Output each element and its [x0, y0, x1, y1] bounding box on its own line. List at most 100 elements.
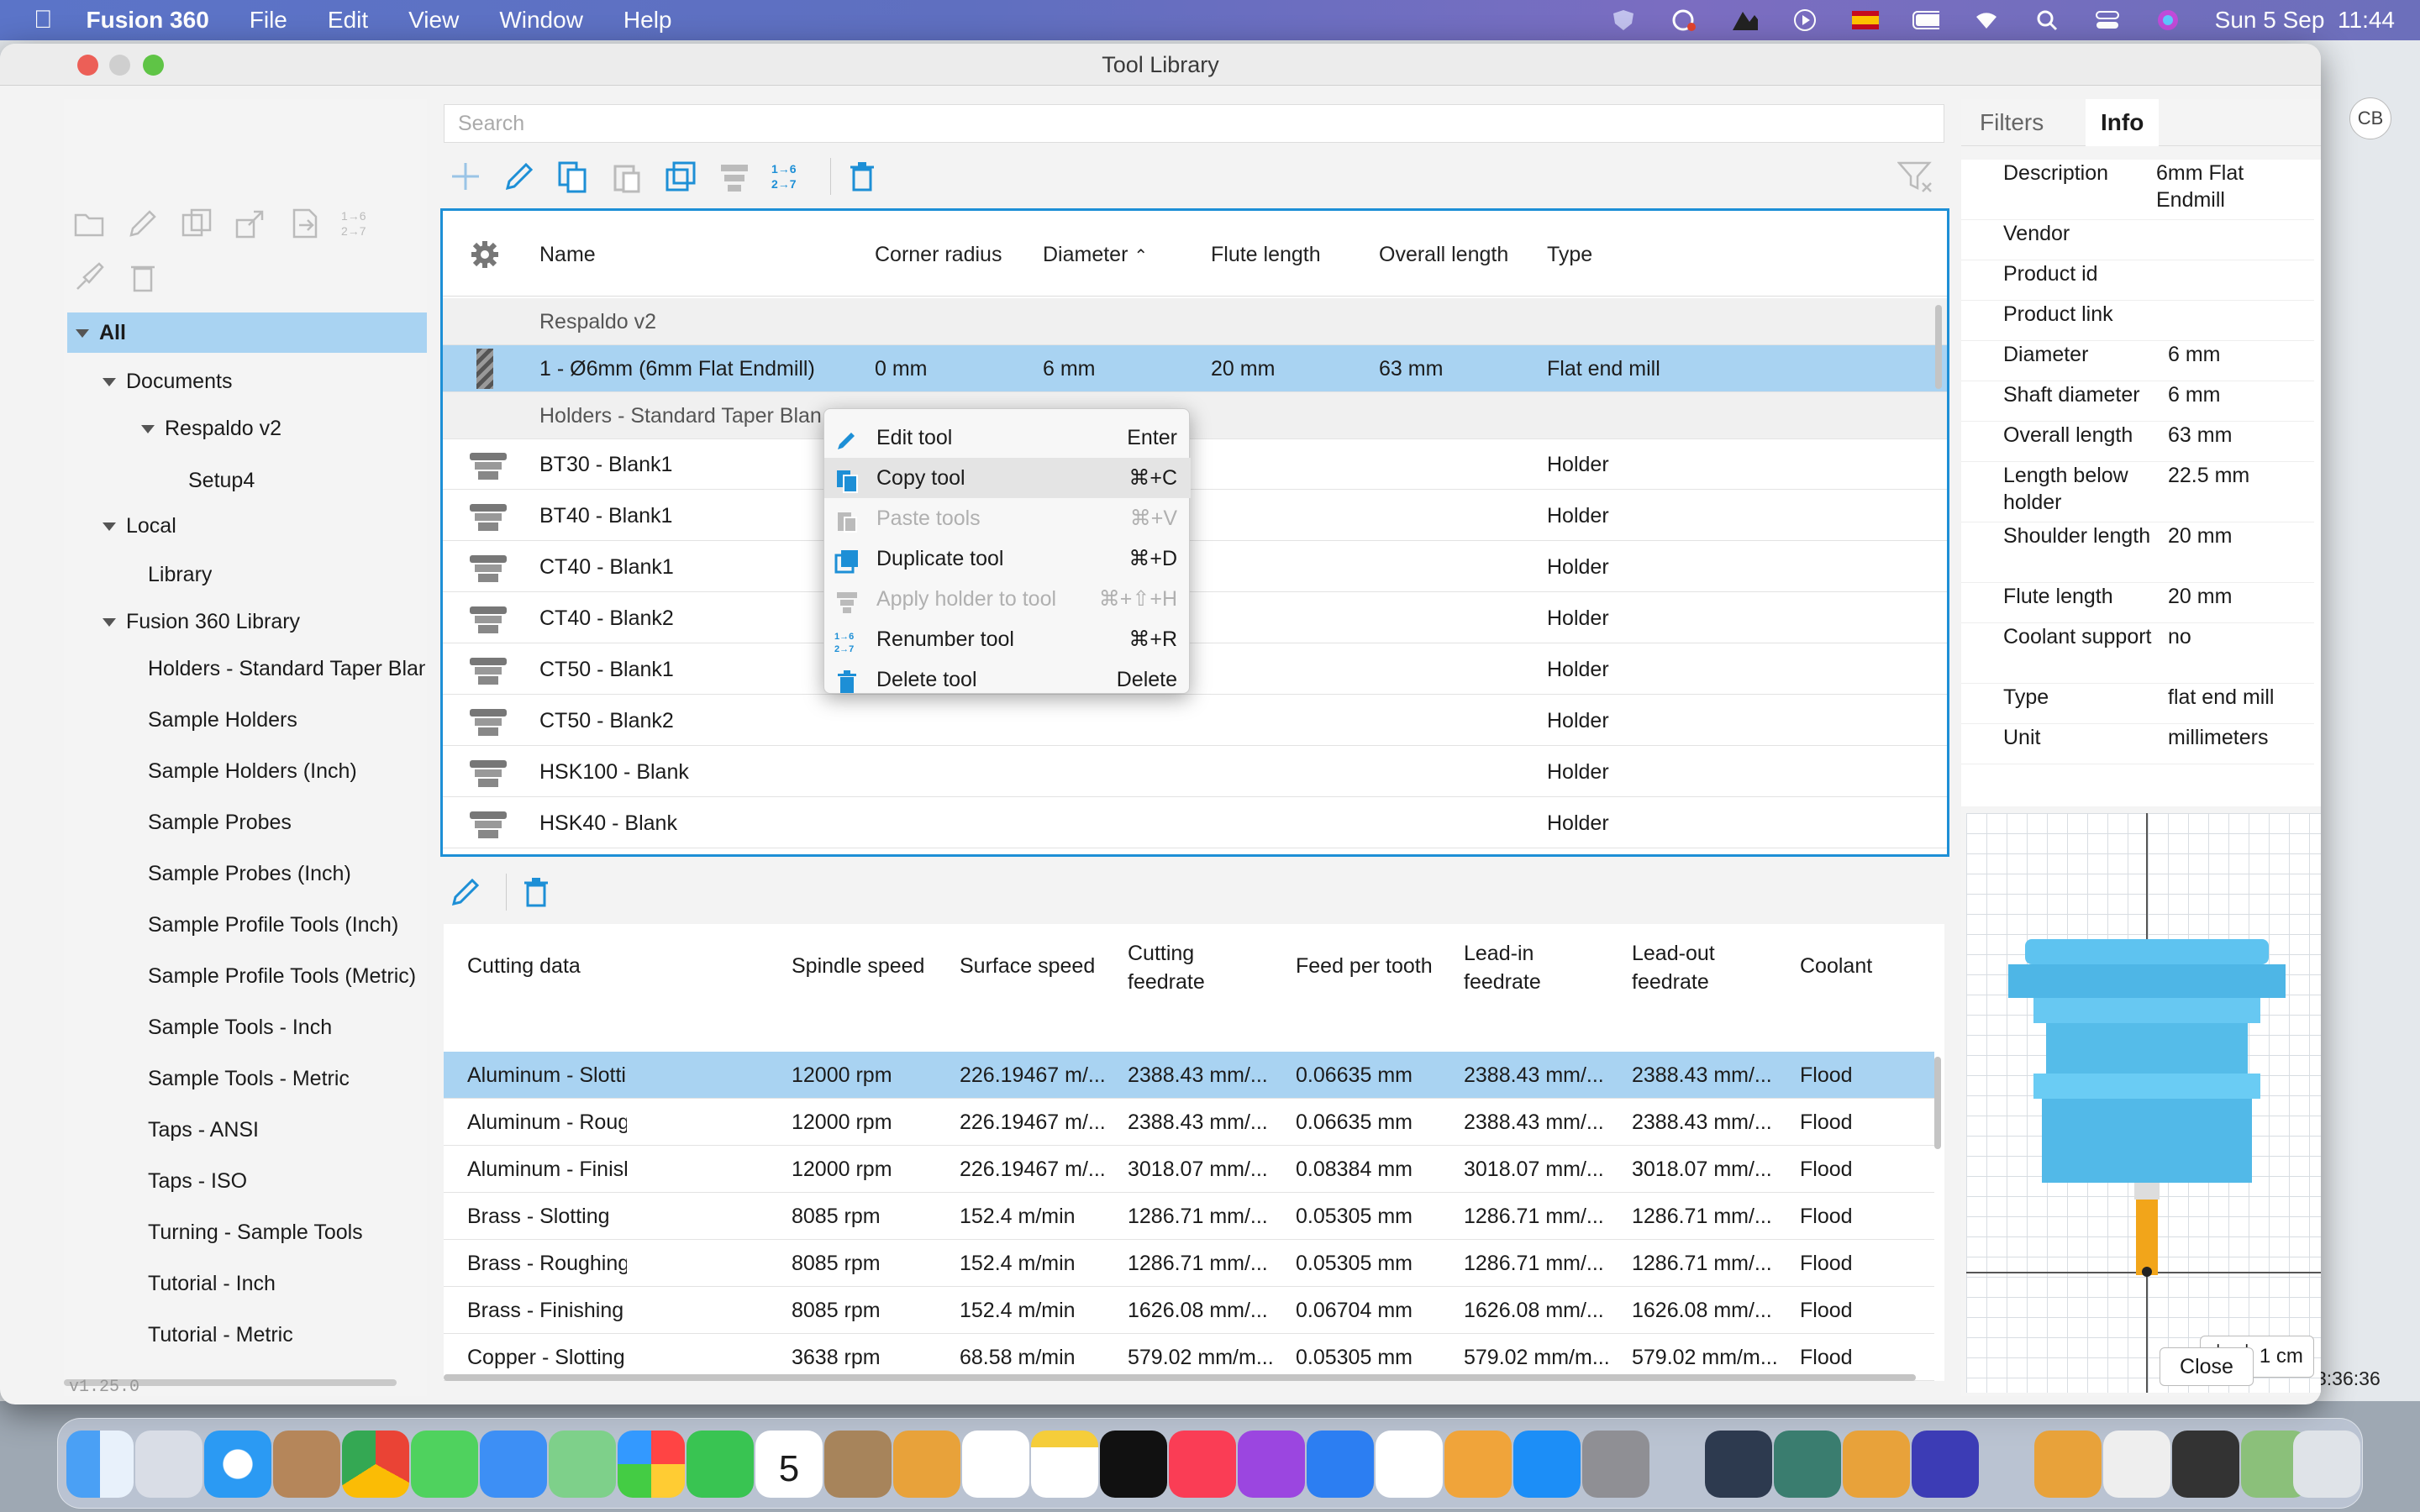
holder-row[interactable]: HSK100 - Blank Holder	[443, 747, 1947, 797]
brush-icon[interactable]	[71, 259, 108, 296]
tool-table-scrollbar[interactable]	[1935, 305, 1942, 389]
library-item[interactable]: Taps - ISO	[148, 1159, 425, 1203]
appletv-icon[interactable]	[1100, 1431, 1167, 1498]
notes-icon[interactable]	[1031, 1431, 1098, 1498]
col-cutting-data[interactable]: Cutting data	[467, 954, 581, 979]
close-window-button[interactable]	[77, 55, 98, 76]
podcasts-icon[interactable]	[1238, 1431, 1305, 1498]
delete-library-icon[interactable]	[124, 259, 161, 296]
library-item[interactable]: Sample Probes	[148, 801, 425, 844]
keynote-icon[interactable]	[1307, 1431, 1374, 1498]
minimize-window-button[interactable]	[109, 55, 130, 76]
holder-row[interactable]: CT50 - Blank1 Holder	[443, 644, 1947, 695]
import-icon[interactable]	[286, 205, 323, 242]
sync-icon[interactable]	[1670, 8, 1697, 32]
col-leadout[interactable]: Lead-out feedrate	[1632, 939, 1758, 996]
col-name[interactable]: Name	[539, 243, 596, 267]
context-menu-item[interactable]: Edit tool Enter	[824, 417, 1191, 458]
duplicate-tool-icon[interactable]	[662, 158, 699, 195]
library-item[interactable]: Sample Holders (Inch)	[148, 749, 425, 793]
fusion360-icon[interactable]	[1843, 1431, 1910, 1498]
menu-view[interactable]: View	[408, 7, 459, 34]
trash-icon[interactable]	[2293, 1431, 2360, 1498]
recent-file-icon[interactable]	[2034, 1431, 2102, 1498]
library-item[interactable]: Sample Probes (Inch)	[148, 852, 425, 895]
numbers-icon[interactable]	[1376, 1431, 1443, 1498]
holder-row[interactable]: CT40 - Blank2 Holder	[443, 593, 1947, 643]
export-icon[interactable]	[232, 205, 269, 242]
col-corner-radius[interactable]: Corner radius	[875, 243, 1002, 267]
menubar-datetime[interactable]: Sun 5 Sep 11:44	[2215, 7, 2395, 34]
holder-row[interactable]: HSK63 - Blank Holder	[443, 849, 1947, 854]
library-item[interactable]: Sample Tools - Metric	[148, 1057, 425, 1100]
tree-item-setup4[interactable]: Setup4	[188, 459, 255, 502]
holder-row[interactable]: BT40 - Blank1 Holder	[443, 491, 1947, 541]
reminders-icon[interactable]	[962, 1431, 1029, 1498]
recent-doc-icon[interactable]	[2103, 1431, 2170, 1498]
col-surface[interactable]: Surface speed	[960, 954, 1095, 979]
appstore-icon[interactable]	[1513, 1431, 1581, 1498]
group-row-respaldo[interactable]: Respaldo v2	[443, 298, 1947, 345]
duplicate-library-icon[interactable]	[178, 205, 215, 242]
renumber-library-icon[interactable]: 1→6 2→7	[339, 205, 376, 242]
wifi-icon[interactable]	[1973, 8, 2000, 32]
apple-icon[interactable]: 	[34, 6, 53, 34]
menu-app-name[interactable]: Fusion 360	[87, 7, 209, 34]
menu-help[interactable]: Help	[623, 7, 672, 34]
tree-item-fusion-library[interactable]: Fusion 360 Library	[103, 600, 300, 643]
library-item[interactable]: Tutorial - Inch	[148, 1262, 425, 1305]
mountain-icon[interactable]	[1731, 8, 1758, 32]
chrome-icon[interactable]	[342, 1431, 409, 1498]
library-item[interactable]: Sample Profile Tools (Inch)	[148, 903, 425, 947]
cutting-hscrollbar[interactable]	[444, 1374, 1916, 1381]
settings-icon[interactable]	[1582, 1431, 1649, 1498]
delete-tool-icon[interactable]	[844, 158, 881, 195]
tree-item-respaldo[interactable]: Respaldo v2	[141, 407, 281, 450]
control-center-icon[interactable]	[2094, 8, 2121, 32]
holder-row[interactable]: CT50 - Blank2 Holder	[443, 696, 1947, 746]
library-item[interactable]: Turning - Sample Tools	[148, 1210, 425, 1254]
context-menu-item[interactable]: Copy tool ⌘+C	[824, 458, 1191, 498]
music-icon[interactable]	[1169, 1431, 1236, 1498]
zoom-window-button[interactable]	[143, 55, 164, 76]
facetime-icon[interactable]	[687, 1431, 754, 1498]
library-item[interactable]: Tutorial - Metric	[148, 1313, 425, 1357]
archive-icon[interactable]	[273, 1431, 340, 1498]
edit-cutting-icon[interactable]	[447, 874, 484, 911]
col-fpt[interactable]: Feed per tooth	[1296, 954, 1433, 979]
tool-row-selected[interactable]: 1 - Ø6mm (6mm Flat Endmill) 0 mm 6 mm 20…	[443, 345, 1947, 392]
cutting-row[interactable]: Brass - Finishing 8085 rpm 152.4 m/min 1626…	[444, 1287, 1934, 1334]
flag-icon[interactable]	[1851, 8, 1879, 32]
cutting-vscrollbar[interactable]	[1934, 1057, 1941, 1149]
siri-icon[interactable]	[2154, 8, 2181, 32]
mail-icon[interactable]	[480, 1431, 547, 1498]
col-type[interactable]: Type	[1547, 243, 1592, 267]
rename-icon[interactable]	[124, 205, 161, 242]
menu-window[interactable]: Window	[499, 7, 583, 34]
library-item[interactable]: Sample Tools - Inch	[148, 1005, 425, 1049]
play-icon[interactable]	[1791, 8, 1818, 32]
new-folder-icon[interactable]	[71, 205, 108, 242]
add-tool-icon[interactable]	[447, 158, 484, 195]
holder-row[interactable]: HSK40 - Blank Holder	[443, 798, 1947, 848]
menu-edit[interactable]: Edit	[328, 7, 368, 34]
context-menu-item[interactable]: Duplicate tool ⌘+D	[824, 538, 1191, 579]
paste-tool-icon[interactable]	[608, 158, 645, 195]
col-diameter[interactable]: Diameter ⌃	[1043, 243, 1148, 267]
col-flute-length[interactable]: Flute length	[1211, 243, 1321, 267]
tool-preview[interactable]: └─┘ 1 cm	[1966, 813, 2321, 1393]
cutting-row[interactable]: Aluminum - Roughing 12000 rpm 226.19467 m/…	[444, 1099, 1934, 1146]
tree-item-local[interactable]: Local	[103, 504, 176, 548]
tree-item-all[interactable]: All	[67, 312, 427, 353]
context-menu-item[interactable]: 1→6 2→7 Renumber tool ⌘+R	[824, 619, 1191, 659]
shield-icon[interactable]	[1610, 8, 1637, 32]
cutting-row[interactable]: Aluminum - Slotting 12000 rpm 226.19467 m/…	[444, 1052, 1934, 1099]
contacts-icon[interactable]	[824, 1431, 892, 1498]
edit-tool-icon[interactable]	[501, 158, 538, 195]
library-item[interactable]: Holders - Standard Taper Blan	[148, 647, 425, 690]
messages-icon[interactable]	[411, 1431, 478, 1498]
battery-icon[interactable]	[1912, 8, 1939, 32]
fusion360-dock-icon[interactable]	[893, 1431, 960, 1498]
holder-row[interactable]: BT30 - Blank1 Holder	[443, 439, 1947, 490]
delete-cutting-icon[interactable]	[518, 874, 555, 911]
